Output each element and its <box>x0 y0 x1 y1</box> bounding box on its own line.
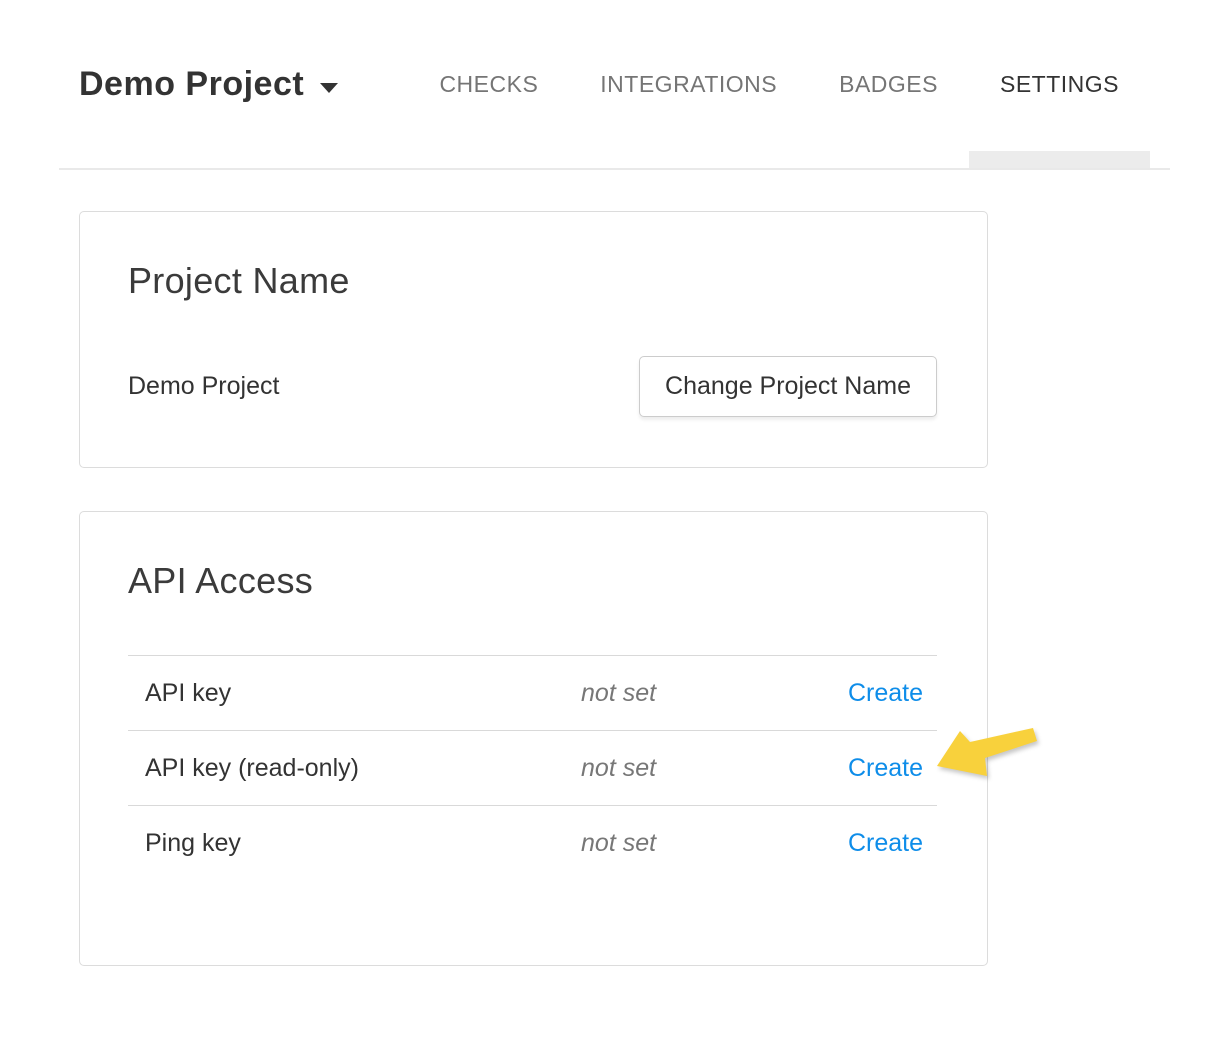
api-key-readonly-row: API key (read-only) not set Create <box>128 730 937 805</box>
tab-settings[interactable]: SETTINGS <box>969 0 1150 168</box>
tab-checks[interactable]: CHECKS <box>408 0 569 168</box>
caret-down-icon <box>320 83 338 93</box>
ping-key-label: Ping key <box>128 829 581 858</box>
api-key-readonly-action: Create <box>775 754 937 783</box>
tab-integrations[interactable]: INTEGRATIONS <box>569 0 808 168</box>
project-settings-page: Demo Project CHECKS INTEGRATIONS BADGES … <box>0 0 1220 1059</box>
nav-tabs: CHECKS INTEGRATIONS BADGES SETTINGS <box>408 0 1150 168</box>
current-project-name: Demo Project <box>128 372 279 401</box>
change-project-name-button[interactable]: Change Project Name <box>639 356 937 417</box>
project-selector-dropdown[interactable]: Demo Project <box>79 0 338 168</box>
api-key-readonly-label: API key (read-only) <box>128 754 581 783</box>
api-key-row: API key not set Create <box>128 655 937 730</box>
ping-key-action: Create <box>775 829 937 858</box>
api-key-action: Create <box>775 679 937 708</box>
api-access-card-title: API Access <box>128 560 937 602</box>
api-keys-table: API key not set Create API key (read-onl… <box>128 655 937 880</box>
settings-content: Project Name Demo Project Change Project… <box>0 211 1220 966</box>
ping-key-row: Ping key not set Create <box>128 805 937 880</box>
project-name-card-title: Project Name <box>128 260 937 302</box>
ping-key-value: not set <box>581 829 775 858</box>
tab-badges[interactable]: BADGES <box>808 0 969 168</box>
project-name-row: Demo Project Change Project Name <box>128 356 937 417</box>
api-key-value: not set <box>581 679 775 708</box>
api-access-card: API Access API key not set Create API ke… <box>79 511 988 966</box>
api-key-label: API key <box>128 679 581 708</box>
project-name-card: Project Name Demo Project Change Project… <box>79 211 988 468</box>
create-readonly-api-key-link[interactable]: Create <box>848 754 923 782</box>
create-api-key-link[interactable]: Create <box>848 679 923 707</box>
project-selector-label: Demo Project <box>79 65 304 104</box>
top-navigation: Demo Project CHECKS INTEGRATIONS BADGES … <box>59 0 1170 170</box>
create-ping-key-link[interactable]: Create <box>848 829 923 857</box>
api-key-readonly-value: not set <box>581 754 775 783</box>
